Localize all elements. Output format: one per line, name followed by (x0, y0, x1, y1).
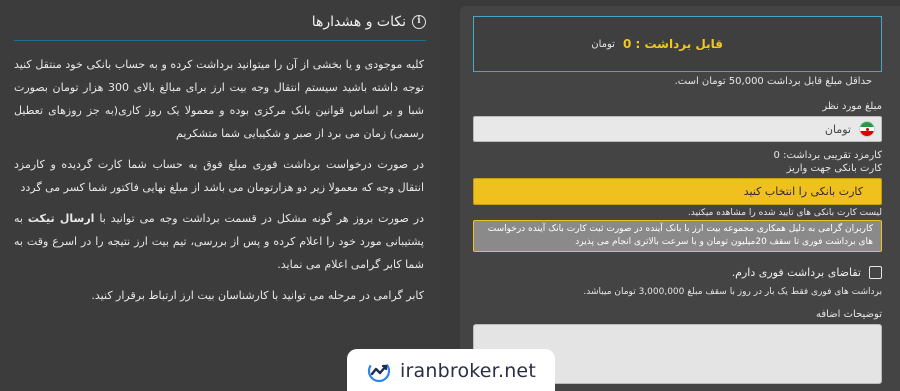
card-note: لیست کارت بانکی های تایید شده را مشاهده … (687, 208, 882, 218)
currency-value: تومان (824, 122, 851, 136)
currency-select[interactable]: تومان (473, 116, 882, 142)
instant-withdraw-row: تقاضای برداشت فوری دارم. (474, 266, 882, 279)
watermark-text: iranbroker.net (400, 360, 536, 382)
notes-header: i نکات و هشدارها (14, 14, 426, 41)
ticket-link[interactable]: ارسال تیکت (28, 212, 95, 225)
trend-logo-icon (367, 359, 391, 383)
iran-flag-icon (859, 121, 875, 137)
page: i نکات و هشدارها کلیه موجودی و یا بخشی ا… (0, 0, 900, 391)
notes-panel: i نکات و هشدارها کلیه موجودی و یا بخشی ا… (0, 0, 440, 391)
card-label: کارت بانکی جهت واریز (786, 163, 882, 174)
fee-line: کارمزد تقریبی برداشت: 0 (773, 150, 882, 161)
notes-paragraph-ticket: در صورت بروز هر گونه مشکل در قسمت برداشت… (14, 207, 424, 276)
description-label: توضیحات اضافه (815, 309, 882, 320)
notes-paragraph: کابر گرامی در مرحله می توانید با کارشناس… (91, 289, 424, 302)
ticket-text-start: در صورت بروز هر گونه مشکل در قسمت برداشت… (99, 212, 425, 225)
card-select[interactable]: کارت بانکی را انتخاب کنید (473, 178, 882, 205)
notes-paragraph: کلیه موجودی و یا بخشی از آن را میتوانید … (14, 58, 424, 140)
withdraw-form: قابل برداشت : 0 تومان حداقل مبلغ قابل بر… (460, 6, 900, 391)
instant-withdraw-label[interactable]: تقاضای برداشت فوری دارم. (732, 266, 861, 279)
balance-unit: تومان (591, 38, 615, 50)
instant-withdraw-note: برداشت های فوری فقط یک بار در روز با سقف… (583, 287, 882, 297)
notes-paragraph: در صورت درخواست برداشت فوری مبلغ فوق به … (14, 158, 424, 194)
notes-title: نکات و هشدارها (311, 14, 406, 30)
info-icon: i (412, 15, 426, 29)
balance-box: قابل برداشت : 0 تومان (473, 16, 882, 72)
warning-box: کاربران گرامی به دلیل همکاری مجموعه بیت … (473, 220, 882, 252)
balance-label: قابل برداشت : 0 (622, 37, 723, 51)
watermark: iranbroker.net (347, 349, 555, 391)
min-amount-note: حداقل مبلغ قابل برداشت 50,000 تومان است. (674, 76, 872, 87)
currency-label: مبلغ مورد نظر (822, 101, 882, 112)
instant-withdraw-checkbox[interactable] (869, 266, 882, 279)
